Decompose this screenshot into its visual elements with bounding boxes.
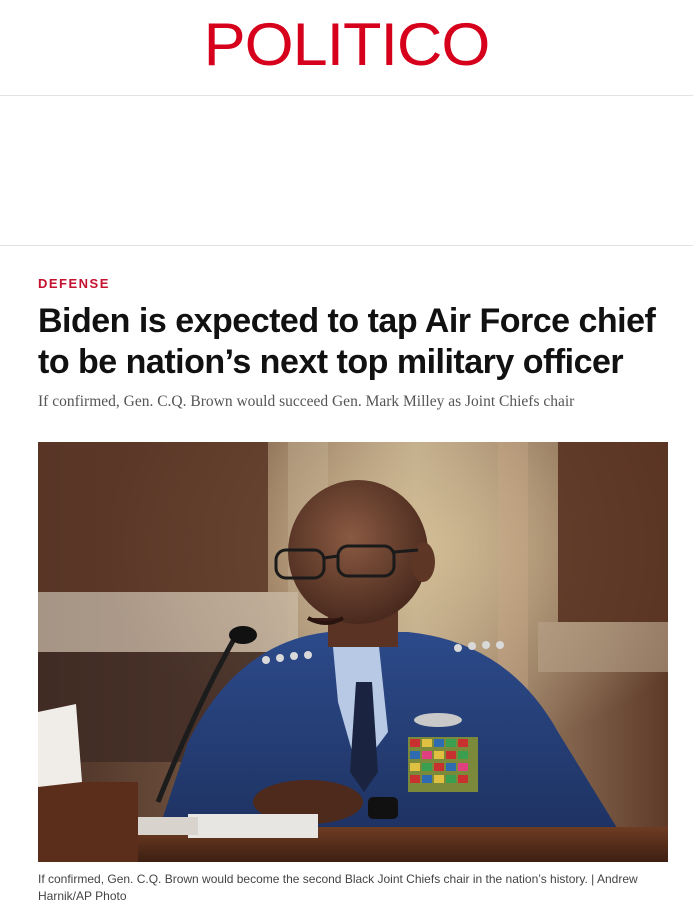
article-photo xyxy=(38,442,668,862)
section-kicker[interactable]: DEFENSE xyxy=(38,276,110,292)
photo-illustration xyxy=(38,442,668,862)
caption-separator: | xyxy=(591,872,595,886)
masthead: POLITICO xyxy=(0,0,693,96)
article-headline: Biden is expected to tap Air Force chief… xyxy=(38,302,656,381)
politico-logo[interactable]: POLITICO xyxy=(0,10,693,80)
article-dek: If confirmed, Gen. C.Q. Brown would succ… xyxy=(38,393,575,410)
ad-slot xyxy=(0,96,693,246)
caption-text: If confirmed, Gen. C.Q. Brown would beco… xyxy=(38,872,588,886)
photo-caption: If confirmed, Gen. C.Q. Brown would beco… xyxy=(38,871,668,905)
